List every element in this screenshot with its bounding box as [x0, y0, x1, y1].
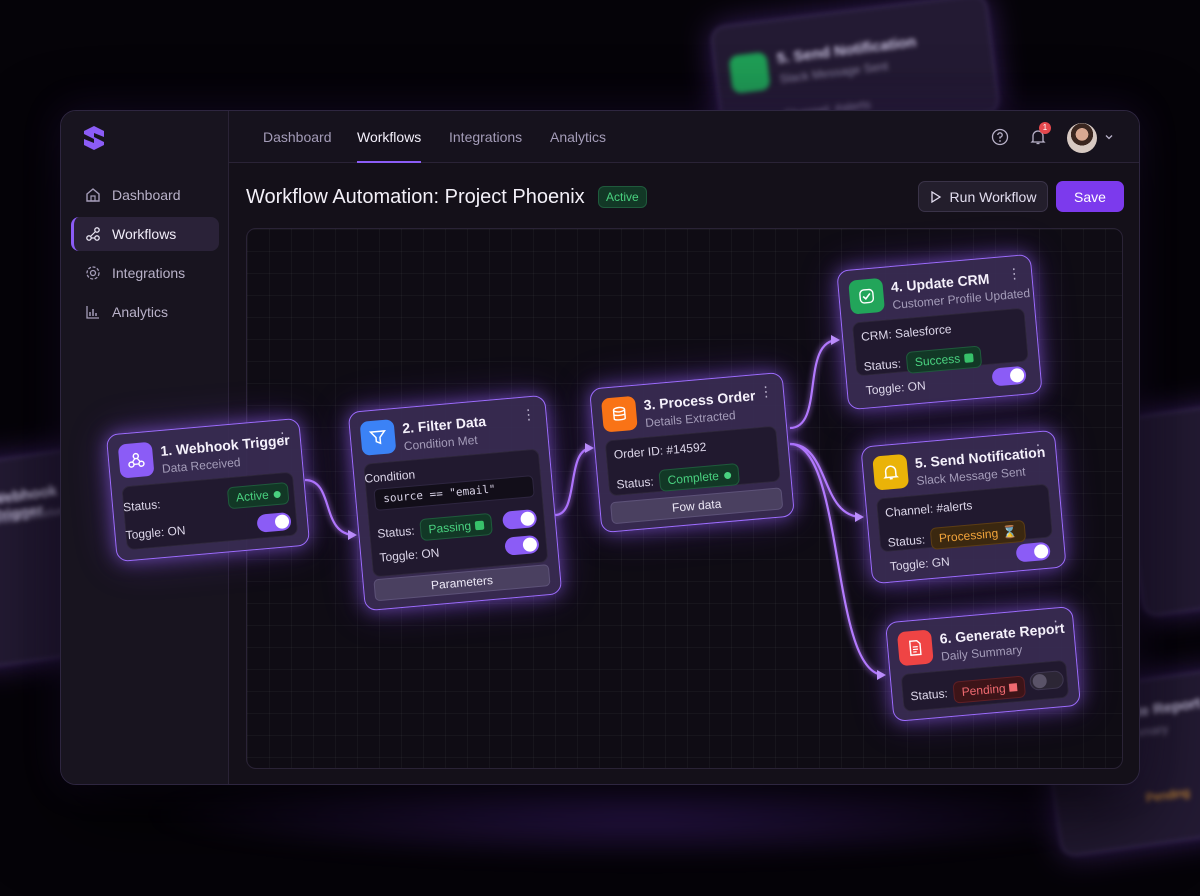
status-dot-icon [723, 471, 732, 480]
notification-badge: 1 [1039, 122, 1051, 134]
status-label: Status: [122, 497, 162, 515]
status-text: Pending [961, 681, 1007, 699]
tab-integrations[interactable]: Integrations [449, 111, 522, 163]
node-send-notification[interactable]: 5. Send Notification Slack Message Sent … [860, 429, 1067, 585]
webhook-icon [117, 441, 155, 479]
check-icon [963, 353, 974, 364]
tab-analytics[interactable]: Analytics [550, 111, 606, 163]
node-generate-report[interactable]: 6. Generate Report Daily Summary ⋮ Statu… [884, 605, 1082, 723]
run-workflow-label: Run Workflow [949, 188, 1037, 205]
bell-icon [872, 453, 910, 491]
chevron-down-icon[interactable] [1099, 127, 1119, 147]
sidebar-item-dashboard[interactable]: Dashboard [71, 178, 219, 212]
sidebar-item-analytics[interactable]: Analytics [71, 295, 219, 329]
sidebar-item-label: Dashboard [112, 187, 181, 203]
status-text: Complete [667, 468, 720, 488]
status-text: Passing [427, 518, 472, 537]
sidebar-item-workflows[interactable]: Workflows [71, 217, 219, 251]
home-icon [84, 186, 102, 204]
hourglass-icon: ⌛ [1001, 524, 1018, 540]
node-subtitle: Daily Summary [940, 642, 1023, 664]
node-update-crm[interactable]: 4. Update CRM Customer Profile Updated ⋮… [836, 253, 1043, 411]
status-text: Success [914, 351, 961, 370]
status-label: Status: [909, 686, 949, 704]
top-navigation: Dashboard Workflows Integrations Analyti… [229, 111, 1139, 163]
more-options-icon[interactable]: ⋮ [275, 429, 290, 446]
node-webhook-trigger[interactable]: 1. Webhook Trigger Data Received ⋮ Statu… [105, 417, 311, 563]
status-dot-icon [273, 490, 281, 499]
node-subtitle: Condition Met [403, 432, 479, 454]
check-icon [474, 520, 485, 531]
sidebar-item-label: Workflows [112, 226, 177, 242]
toggle-label: Toggle: GN [889, 554, 951, 574]
status-label: Status: [887, 532, 926, 550]
more-options-icon[interactable]: ⋮ [1006, 265, 1021, 282]
save-button[interactable]: Save [1056, 181, 1124, 212]
stop-icon [1009, 683, 1018, 692]
more-options-icon[interactable]: ⋮ [521, 406, 536, 423]
status-label: Status: [863, 356, 902, 374]
avatar[interactable] [1067, 123, 1097, 153]
play-icon [930, 190, 941, 203]
status-text: Active [235, 487, 270, 505]
status-label: Status: [615, 474, 655, 492]
tab-dashboard[interactable]: Dashboard [263, 111, 332, 163]
help-icon[interactable] [990, 127, 1010, 147]
node-process-order[interactable]: 3. Process Order Details Extracted ⋮ Ord… [589, 371, 795, 534]
node-title: 1. Webhook Trigger [159, 431, 291, 459]
ghost-card-icon [728, 51, 771, 95]
filter-icon [359, 419, 397, 456]
status-label: Status: [376, 523, 416, 541]
node-filter-data[interactable]: 2. Filter Data Condition Met ⋮ Condition… [347, 394, 563, 612]
sidebar-item-integrations[interactable]: Integrations [71, 256, 219, 290]
run-workflow-button[interactable]: Run Workflow [918, 181, 1048, 212]
app-logo [84, 126, 104, 150]
check-circle-icon [848, 277, 886, 315]
node-subtitle: Data Received [161, 455, 242, 476]
more-options-icon[interactable]: ⋮ [1031, 441, 1046, 458]
database-icon [600, 395, 638, 433]
node-title: 6. Generate Report [938, 619, 1066, 647]
tab-workflows[interactable]: Workflows [357, 111, 422, 163]
chart-icon [84, 303, 102, 321]
node-title: 3. Process Order [642, 387, 757, 414]
ghost-card-status: Pending [1145, 785, 1191, 806]
sidebar-item-label: Analytics [112, 304, 169, 320]
status-badge: Active [598, 186, 647, 208]
document-icon [896, 629, 934, 667]
workflow-icon [84, 225, 102, 243]
node-title: 5. Send Notification [914, 443, 1046, 472]
ghost-card-title: 5. Send Notification [776, 33, 918, 68]
toggle-label: Toggle: ON [865, 378, 927, 398]
more-options-icon[interactable]: ⋮ [758, 383, 773, 400]
sidebar-item-label: Integrations [112, 265, 186, 281]
more-options-icon[interactable]: ⋮ [1048, 617, 1063, 634]
status-text: Processing [938, 526, 999, 546]
gear-icon [84, 264, 102, 282]
page-title: Workflow Automation: Project Phoenix [246, 186, 585, 208]
bell-icon[interactable]: 1 [1028, 122, 1051, 147]
